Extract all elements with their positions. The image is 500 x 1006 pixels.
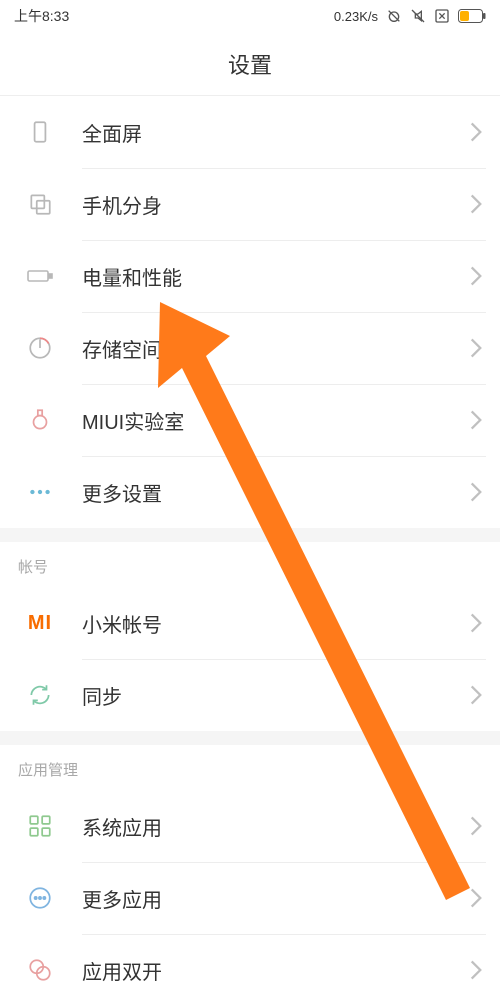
row-battery[interactable]: 电量和性能 (0, 240, 500, 312)
row-storage[interactable]: 存储空间 (0, 312, 500, 384)
row-label: 全面屏 (82, 118, 470, 147)
volume-off-icon (410, 8, 426, 24)
section-header-account: 帐号 (0, 542, 500, 587)
row-dual-app[interactable]: 应用双开 (0, 934, 500, 1006)
status-right: 0.23K/s (334, 8, 486, 24)
row-label: 更多设置 (82, 478, 470, 507)
status-bar: 上午8:33 0.23K/s (0, 0, 500, 32)
chevron-right-icon (470, 816, 482, 836)
sync-icon (24, 679, 56, 711)
chevron-right-icon (470, 194, 482, 214)
row-label: 存储空间 (82, 334, 470, 363)
page-title: 设置 (0, 32, 500, 96)
row-system-apps[interactable]: 系统应用 (0, 790, 500, 862)
fullscreen-icon (24, 116, 56, 148)
section-header-apps: 应用管理 (0, 745, 500, 790)
row-fullscreen[interactable]: 全面屏 (0, 96, 500, 168)
lab-icon (24, 404, 56, 436)
more-apps-icon (24, 882, 56, 914)
row-dual-phone[interactable]: 手机分身 (0, 168, 500, 240)
row-label: 同步 (82, 681, 470, 710)
row-label: 电量和性能 (82, 262, 470, 291)
row-label: 手机分身 (82, 190, 470, 219)
storage-icon (24, 332, 56, 364)
close-box-icon (434, 8, 450, 24)
chevron-right-icon (470, 338, 482, 358)
row-label: MIUI实验室 (82, 406, 470, 435)
grid-icon (24, 810, 56, 842)
settings-section-general: 全面屏 手机分身 电量和性能 存储空间 MIUI实验室 更多设置 (0, 96, 500, 528)
row-label: 系统应用 (82, 812, 470, 841)
battery-icon (458, 9, 486, 23)
status-time: 上午8:33 (14, 6, 69, 26)
chevron-right-icon (470, 482, 482, 502)
mi-logo-icon: MI (24, 607, 56, 639)
settings-section-account: 帐号 MI 小米帐号 同步 (0, 542, 500, 731)
chevron-right-icon (470, 888, 482, 908)
network-speed: 0.23K/s (334, 9, 378, 24)
dual-phone-icon (24, 188, 56, 220)
row-mi-account[interactable]: MI 小米帐号 (0, 587, 500, 659)
battery-row-icon (24, 260, 56, 292)
chevron-right-icon (470, 122, 482, 142)
row-label: 小米帐号 (82, 609, 470, 638)
dual-app-icon (24, 954, 56, 986)
chevron-right-icon (470, 613, 482, 633)
chevron-right-icon (470, 960, 482, 980)
settings-section-apps: 应用管理 系统应用 更多应用 应用双开 (0, 745, 500, 1006)
row-label: 应用双开 (82, 956, 470, 985)
chevron-right-icon (470, 266, 482, 286)
row-label: 更多应用 (82, 884, 470, 913)
row-more-settings[interactable]: 更多设置 (0, 456, 500, 528)
row-miui-lab[interactable]: MIUI实验室 (0, 384, 500, 456)
alarm-off-icon (386, 8, 402, 24)
more-icon (24, 476, 56, 508)
chevron-right-icon (470, 685, 482, 705)
row-more-apps[interactable]: 更多应用 (0, 862, 500, 934)
page-title-text: 设置 (228, 48, 272, 80)
row-sync[interactable]: 同步 (0, 659, 500, 731)
chevron-right-icon (470, 410, 482, 430)
